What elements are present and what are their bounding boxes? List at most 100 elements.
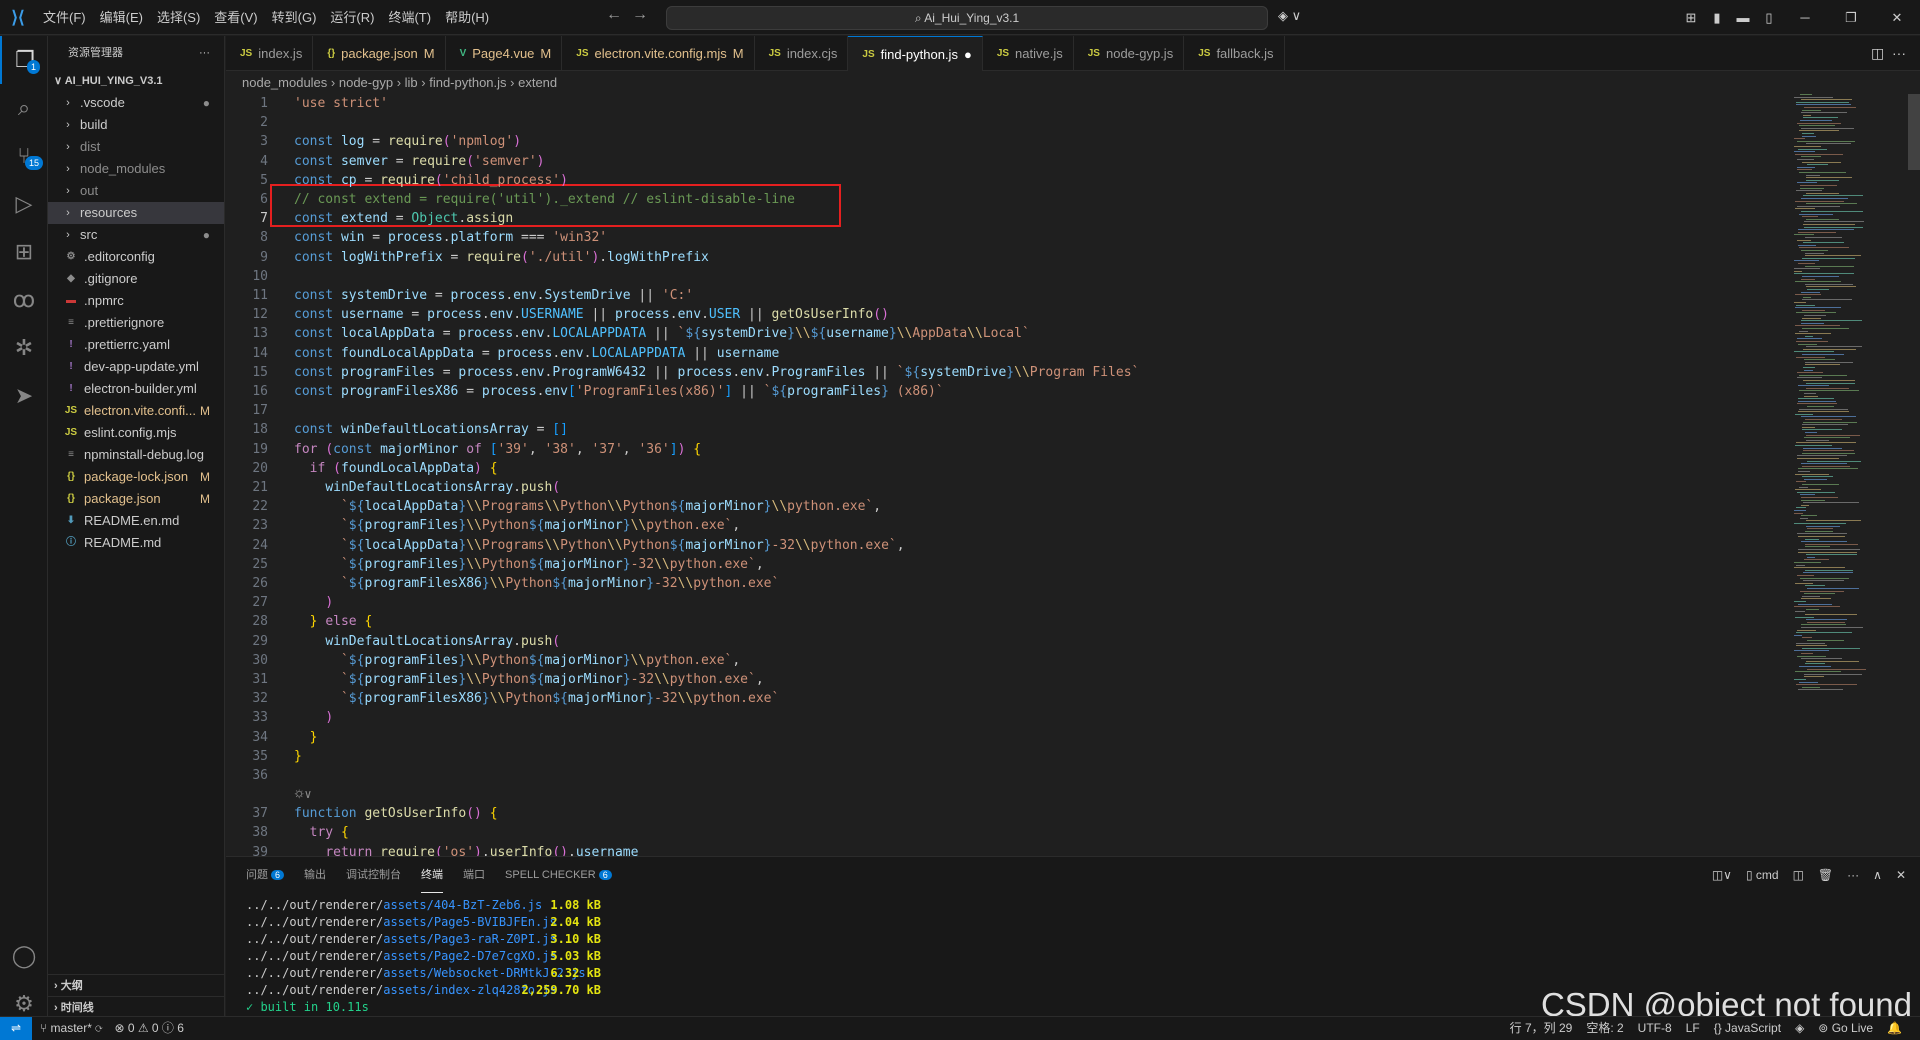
menu-item[interactable]: 运行(R) bbox=[323, 0, 381, 35]
problems-count[interactable]: ⊗ 0 ⚠ 0 ⓘ 6 bbox=[114, 1017, 184, 1040]
editor-tab[interactable]: {} package.json M bbox=[313, 36, 446, 71]
tree-item[interactable]: › src ● bbox=[48, 224, 224, 246]
tree-item[interactable]: ! .prettierrc.yaml bbox=[48, 334, 224, 356]
code-editor[interactable]: 1'use strict' 2 3 const log = require('npml… bbox=[226, 94, 1786, 856]
tree-item[interactable]: ⚙ .editorconfig bbox=[48, 246, 224, 268]
minimap[interactable] bbox=[1790, 94, 1910, 794]
panel-tab[interactable]: 端口 bbox=[463, 857, 485, 893]
panel-tab[interactable]: 终端 bbox=[421, 857, 444, 893]
editor-tab[interactable]: JS native.js bbox=[983, 36, 1074, 71]
notifications-icon[interactable]: 🔔 bbox=[1887, 1017, 1902, 1040]
close-panel-icon[interactable]: ✕ bbox=[1896, 857, 1906, 893]
editor-tab[interactable]: JS find-python.js ● bbox=[848, 36, 983, 71]
tree-item[interactable]: ◆ .gitignore bbox=[48, 268, 224, 290]
source-control-icon[interactable]: ⑂ 15 bbox=[0, 132, 48, 180]
layout-customize-icon[interactable]: ⊞ bbox=[1678, 10, 1704, 26]
toggle-sidebar-icon[interactable]: ▮ bbox=[1704, 10, 1730, 26]
breadcrumb-item[interactable]: find-python.js bbox=[429, 75, 506, 90]
minimap-line bbox=[1797, 159, 1814, 160]
maximize-panel-icon[interactable]: ∧ bbox=[1873, 857, 1882, 893]
editor-tab[interactable]: JS electron.vite.config.mjs M bbox=[562, 36, 755, 71]
toggle-secondary-sidebar-icon[interactable]: ▯ bbox=[1756, 10, 1782, 26]
menu-item[interactable]: 帮助(H) bbox=[438, 0, 496, 35]
minimap-line bbox=[1802, 686, 1820, 688]
tree-item[interactable]: JS electron.vite.confi... M bbox=[48, 400, 224, 422]
tree-item[interactable]: JS eslint.config.mjs bbox=[48, 422, 224, 444]
menu-item[interactable]: 终端(T) bbox=[381, 0, 438, 35]
tree-item[interactable]: › .vscode ● bbox=[48, 92, 224, 114]
panel-tab[interactable]: 调试控制台 bbox=[346, 857, 401, 893]
send-icon[interactable]: ➤ bbox=[0, 372, 48, 420]
menu-item[interactable]: 编辑(E) bbox=[93, 0, 150, 35]
timeline-section[interactable]: › 时间线 bbox=[48, 996, 225, 1018]
editor-tab[interactable]: JS node-gyp.js bbox=[1074, 36, 1185, 71]
codelens-icon[interactable]: 🌣∨ bbox=[294, 785, 312, 804]
account-icon[interactable]: ◯ bbox=[0, 932, 48, 980]
cursor-position[interactable]: 行 7，列 29 bbox=[1510, 1017, 1573, 1040]
encoding[interactable]: UTF-8 bbox=[1638, 1017, 1672, 1040]
toggle-panel-icon[interactable]: ▬ bbox=[1730, 10, 1756, 25]
workspace-root[interactable]: ∨ AI_HUI_YING_V3.1 bbox=[48, 70, 224, 92]
search-view-icon[interactable]: ⌕ bbox=[0, 84, 48, 132]
minimize-icon[interactable]: ─ bbox=[1782, 10, 1828, 25]
terminal-shell[interactable]: ▯ cmd bbox=[1746, 857, 1779, 893]
command-center-search[interactable]: ⌕ Ai_Hui_Ying_v3.1 bbox=[666, 6, 1268, 30]
outline-section[interactable]: › 大纲 bbox=[48, 974, 225, 996]
more-actions-icon[interactable]: ··· bbox=[199, 36, 210, 70]
close-window-icon[interactable]: ✕ bbox=[1874, 10, 1920, 26]
breadcrumb-item[interactable]: node-gyp bbox=[339, 75, 393, 90]
copilot-status-icon[interactable]: ◈ bbox=[1795, 1017, 1804, 1040]
editor-tab[interactable]: JS index.js bbox=[226, 36, 314, 71]
terminal-output[interactable]: ../../out/renderer/assets/404-BzT-Zeb6.j… bbox=[246, 897, 601, 1016]
editor-tab[interactable]: V Page4.vue M bbox=[446, 36, 563, 71]
breadcrumb-item[interactable]: node_modules bbox=[242, 75, 327, 90]
panel-tab[interactable]: SPELL CHECKER 6 bbox=[505, 857, 612, 893]
kill-terminal-icon[interactable]: 🗑 bbox=[1818, 857, 1833, 893]
extensions-icon[interactable]: ⊞ bbox=[0, 228, 48, 276]
menu-item[interactable]: 文件(F) bbox=[36, 0, 93, 35]
tree-item[interactable]: {} package-lock.json M bbox=[48, 466, 224, 488]
tree-item[interactable]: ⬇ README.en.md bbox=[48, 510, 224, 532]
terminal-layout-icon[interactable]: ◫∨ bbox=[1712, 857, 1732, 893]
figma-icon[interactable]: ꝏ bbox=[0, 276, 48, 324]
tree-item[interactable]: › build bbox=[48, 114, 224, 136]
tree-item[interactable]: › out bbox=[48, 180, 224, 202]
tree-item[interactable]: ! dev-app-update.yml bbox=[48, 356, 224, 378]
terminal-build-status: ✓ built in 10.11s bbox=[246, 1000, 369, 1014]
panel-tab[interactable]: 问题 6 bbox=[246, 857, 285, 893]
language-mode[interactable]: {} JavaScript bbox=[1714, 1017, 1781, 1040]
tree-item[interactable]: › node_modules bbox=[48, 158, 224, 180]
remote-indicator-icon[interactable]: ⇌ bbox=[0, 1017, 32, 1040]
back-arrow-icon[interactable]: ← bbox=[606, 6, 622, 24]
menu-item[interactable]: 选择(S) bbox=[150, 0, 207, 35]
go-live[interactable]: ⊚ Go Live bbox=[1818, 1017, 1873, 1040]
tree-item[interactable]: › dist bbox=[48, 136, 224, 158]
more-icon[interactable]: ··· bbox=[1847, 857, 1859, 893]
tree-item[interactable]: ▬ .npmrc bbox=[48, 290, 224, 312]
editor-tab[interactable]: JS index.cjs bbox=[755, 36, 849, 71]
git-branch[interactable]: ⑂ master* ⟳ bbox=[40, 1017, 102, 1040]
copilot-icon[interactable]: ◈ ∨ bbox=[1278, 8, 1301, 24]
split-terminal-icon[interactable]: ◫ bbox=[1793, 857, 1804, 893]
split-editor-icon[interactable]: ◫ ··· bbox=[1871, 36, 1906, 71]
forward-arrow-icon[interactable]: → bbox=[632, 6, 648, 24]
tree-item[interactable]: {} package.json M bbox=[48, 488, 224, 510]
eol[interactable]: LF bbox=[1686, 1017, 1700, 1040]
tree-item[interactable]: ≡ .prettierignore bbox=[48, 312, 224, 334]
tree-item[interactable]: ! electron-builder.yml bbox=[48, 378, 224, 400]
tree-item[interactable]: ⓘ README.md bbox=[48, 532, 224, 554]
breadcrumb-item[interactable]: extend bbox=[518, 75, 557, 90]
restore-icon[interactable]: ❐ bbox=[1828, 10, 1874, 26]
menu-item[interactable]: 查看(V) bbox=[207, 0, 264, 35]
indentation[interactable]: 空格: 2 bbox=[1586, 1017, 1623, 1040]
editor-tab[interactable]: JS fallback.js bbox=[1184, 36, 1285, 71]
tree-item[interactable]: ≡ npminstall-debug.log bbox=[48, 444, 224, 466]
bug-icon[interactable]: ✲ bbox=[0, 324, 48, 372]
panel-tab[interactable]: 输出 bbox=[304, 857, 326, 893]
explorer-icon[interactable]: ❐ 1 bbox=[0, 36, 48, 84]
run-debug-icon[interactable]: ▷ bbox=[0, 180, 48, 228]
menu-item[interactable]: 转到(G) bbox=[265, 0, 324, 35]
tree-item[interactable]: › resources bbox=[48, 202, 224, 224]
editor-scrollbar[interactable] bbox=[1908, 94, 1920, 170]
breadcrumb-item[interactable]: lib bbox=[405, 75, 418, 90]
